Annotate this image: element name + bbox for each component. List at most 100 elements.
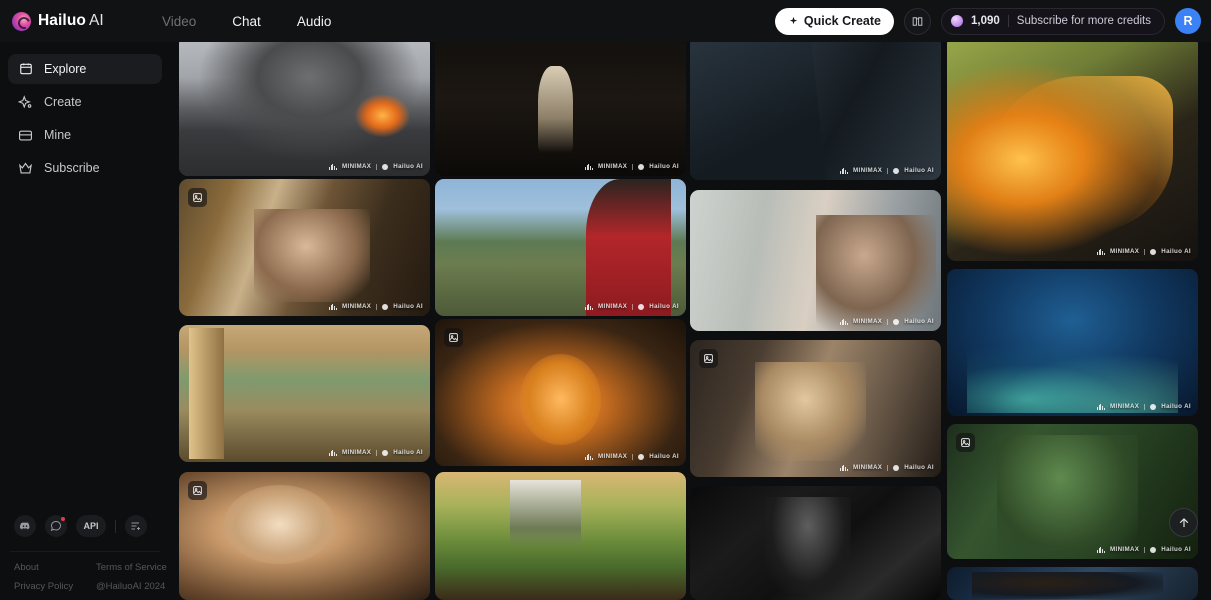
watermark-product: Hailuo AI bbox=[393, 449, 423, 456]
scroll-to-top-button[interactable] bbox=[1169, 508, 1198, 537]
gallery-card-lone-figure[interactable]: MINIMAX Hailuo AI bbox=[435, 35, 686, 176]
gallery-card-denim-jacket[interactable]: MINIMAX Hailuo AI bbox=[690, 35, 941, 180]
gallery-card-town-window[interactable]: MINIMAX Hailuo AI bbox=[179, 325, 430, 462]
waveform-icon bbox=[584, 163, 593, 170]
notification-icon-button[interactable] bbox=[45, 515, 67, 537]
gallery-card-bw-hallway[interactable] bbox=[690, 486, 941, 600]
discord-icon-button[interactable] bbox=[14, 515, 36, 537]
watermark-separator bbox=[632, 303, 634, 310]
footer-link-about[interactable]: About bbox=[14, 562, 86, 573]
gallery-card-anime-fire[interactable]: MINIMAX Hailuo AI bbox=[947, 35, 1198, 261]
footer-link-privacy[interactable]: Privacy Policy bbox=[14, 581, 86, 592]
footer-link-terms[interactable]: Terms of Service bbox=[86, 562, 167, 573]
quick-create-label: Quick Create bbox=[803, 14, 881, 28]
minimax-hailuo-watermark: MINIMAX Hailuo AI bbox=[328, 303, 423, 310]
footer-links: About Terms of Service Privacy Policy @H… bbox=[10, 562, 167, 592]
sidebar-item-mine[interactable]: Mine bbox=[8, 120, 162, 150]
waveform-icon bbox=[584, 303, 593, 310]
social-divider bbox=[115, 519, 116, 533]
watermark-product: Hailuo AI bbox=[649, 163, 679, 170]
hailuo-mark-icon bbox=[382, 303, 389, 310]
watermark-separator bbox=[1144, 403, 1146, 410]
user-avatar[interactable]: R bbox=[1175, 8, 1201, 34]
image-badge-icon bbox=[444, 328, 463, 347]
sidebar-item-create[interactable]: Create bbox=[8, 87, 162, 117]
watermark-separator bbox=[632, 163, 634, 170]
hailuo-mark-icon bbox=[893, 464, 900, 471]
hailuo-mark-icon bbox=[1150, 546, 1157, 553]
waveform-icon bbox=[584, 453, 593, 460]
book-icon-button[interactable] bbox=[904, 7, 931, 35]
gallery-card-picture-frame[interactable]: MINIMAX Hailuo AI bbox=[179, 179, 430, 316]
api-button[interactable]: API bbox=[76, 515, 106, 537]
feedback-icon bbox=[131, 522, 140, 530]
discord-icon bbox=[19, 522, 30, 530]
waveform-icon bbox=[1096, 248, 1105, 255]
feedback-icon-button[interactable] bbox=[125, 515, 147, 537]
notification-icon bbox=[50, 521, 61, 532]
credits-amount: 1,090 bbox=[971, 15, 1000, 27]
waveform-icon bbox=[328, 303, 337, 310]
watermark-separator bbox=[887, 318, 889, 325]
gallery-card-kaiju-mountain[interactable]: MINIMAX Hailuo AI bbox=[435, 179, 686, 316]
nav-tab-chat[interactable]: Chat bbox=[232, 14, 261, 29]
folder-icon bbox=[18, 128, 33, 143]
gallery-card-kaiju-street[interactable]: MINIMAX Hailuo AI bbox=[179, 35, 430, 176]
watermark-product: Hailuo AI bbox=[649, 453, 679, 460]
minimax-hailuo-watermark: MINIMAX Hailuo AI bbox=[839, 318, 934, 325]
waveform-icon bbox=[1096, 546, 1105, 553]
waveform-icon bbox=[839, 318, 848, 325]
gallery-card-boy-window[interactable]: MINIMAX Hailuo AI bbox=[690, 190, 941, 331]
gallery-card-garden-puppy[interactable] bbox=[435, 472, 686, 600]
minimax-hailuo-watermark: MINIMAX Hailuo AI bbox=[839, 167, 934, 174]
book-icon bbox=[912, 16, 923, 26]
hailuo-mark-icon bbox=[893, 318, 900, 325]
watermark-brand: MINIMAX bbox=[598, 163, 628, 170]
gallery-card-flying-cat[interactable]: MINIMAX Hailuo AI bbox=[435, 319, 686, 466]
social-row: API bbox=[10, 515, 160, 551]
watermark-brand: MINIMAX bbox=[1110, 546, 1140, 553]
minimax-hailuo-watermark: MINIMAX Hailuo AI bbox=[839, 464, 934, 471]
gallery-card-deep-diver[interactable]: MINIMAX Hailuo AI bbox=[947, 269, 1198, 416]
watermark-brand: MINIMAX bbox=[1110, 248, 1140, 255]
gallery-card-thumbnail bbox=[690, 340, 941, 477]
watermark-brand: MINIMAX bbox=[853, 318, 883, 325]
brand-logo[interactable]: Hailuo AI bbox=[0, 11, 160, 31]
quick-create-button[interactable]: Quick Create bbox=[774, 7, 894, 35]
waveform-icon bbox=[839, 167, 848, 174]
waveform-icon bbox=[328, 163, 337, 170]
hailuo-logo-icon bbox=[12, 11, 31, 31]
gallery-card-thumbnail bbox=[179, 179, 430, 316]
sidebar-label-mine: Mine bbox=[44, 128, 72, 142]
gallery-card-puppy-bed[interactable]: MINIMAX Hailuo AI bbox=[690, 340, 941, 477]
gallery-card-green-runner[interactable]: MINIMAX Hailuo AI bbox=[947, 424, 1198, 559]
sidebar-label-subscribe: Subscribe bbox=[44, 161, 100, 175]
watermark-separator bbox=[887, 167, 889, 174]
minimax-hailuo-watermark: MINIMAX Hailuo AI bbox=[1096, 546, 1191, 553]
minimax-hailuo-watermark: MINIMAX Hailuo AI bbox=[328, 163, 423, 170]
gallery-card-couple-scene[interactable] bbox=[947, 567, 1198, 600]
hailuo-mark-icon bbox=[382, 163, 389, 170]
watermark-product: Hailuo AI bbox=[649, 303, 679, 310]
credits-pill[interactable]: 1,090 Subscribe for more credits bbox=[941, 7, 1165, 35]
gallery-card-hamster-bowl[interactable] bbox=[179, 472, 430, 600]
crown-icon bbox=[18, 161, 33, 176]
watermark-product: Hailuo AI bbox=[904, 318, 934, 325]
sidebar-item-subscribe[interactable]: Subscribe bbox=[8, 153, 162, 183]
footer-divider bbox=[10, 551, 160, 552]
arrow-up-icon bbox=[1179, 517, 1188, 527]
hailuo-app-window: HailuoAI Video Chat Audio Quick Create bbox=[0, 0, 1211, 600]
nav-tab-video[interactable]: Video bbox=[162, 14, 196, 29]
watermark-brand: MINIMAX bbox=[598, 303, 628, 310]
nav-tab-audio[interactable]: Audio bbox=[297, 14, 332, 29]
waveform-icon bbox=[328, 449, 337, 456]
notification-badge-dot bbox=[61, 517, 65, 521]
sidebar-item-explore[interactable]: Explore bbox=[8, 54, 162, 84]
explore-gallery-grid[interactable]: MINIMAX Hailuo AI MINIMAX Hailuo AI MINIMAX H… bbox=[170, 0, 1211, 600]
minimax-hailuo-watermark: MINIMAX Hailuo AI bbox=[1096, 248, 1191, 255]
sparkle-icon bbox=[789, 16, 798, 24]
sidebar-label-create: Create bbox=[44, 95, 82, 109]
watermark-product: Hailuo AI bbox=[1161, 248, 1191, 255]
watermark-product: Hailuo AI bbox=[393, 163, 423, 170]
watermark-product: Hailuo AI bbox=[904, 167, 934, 174]
